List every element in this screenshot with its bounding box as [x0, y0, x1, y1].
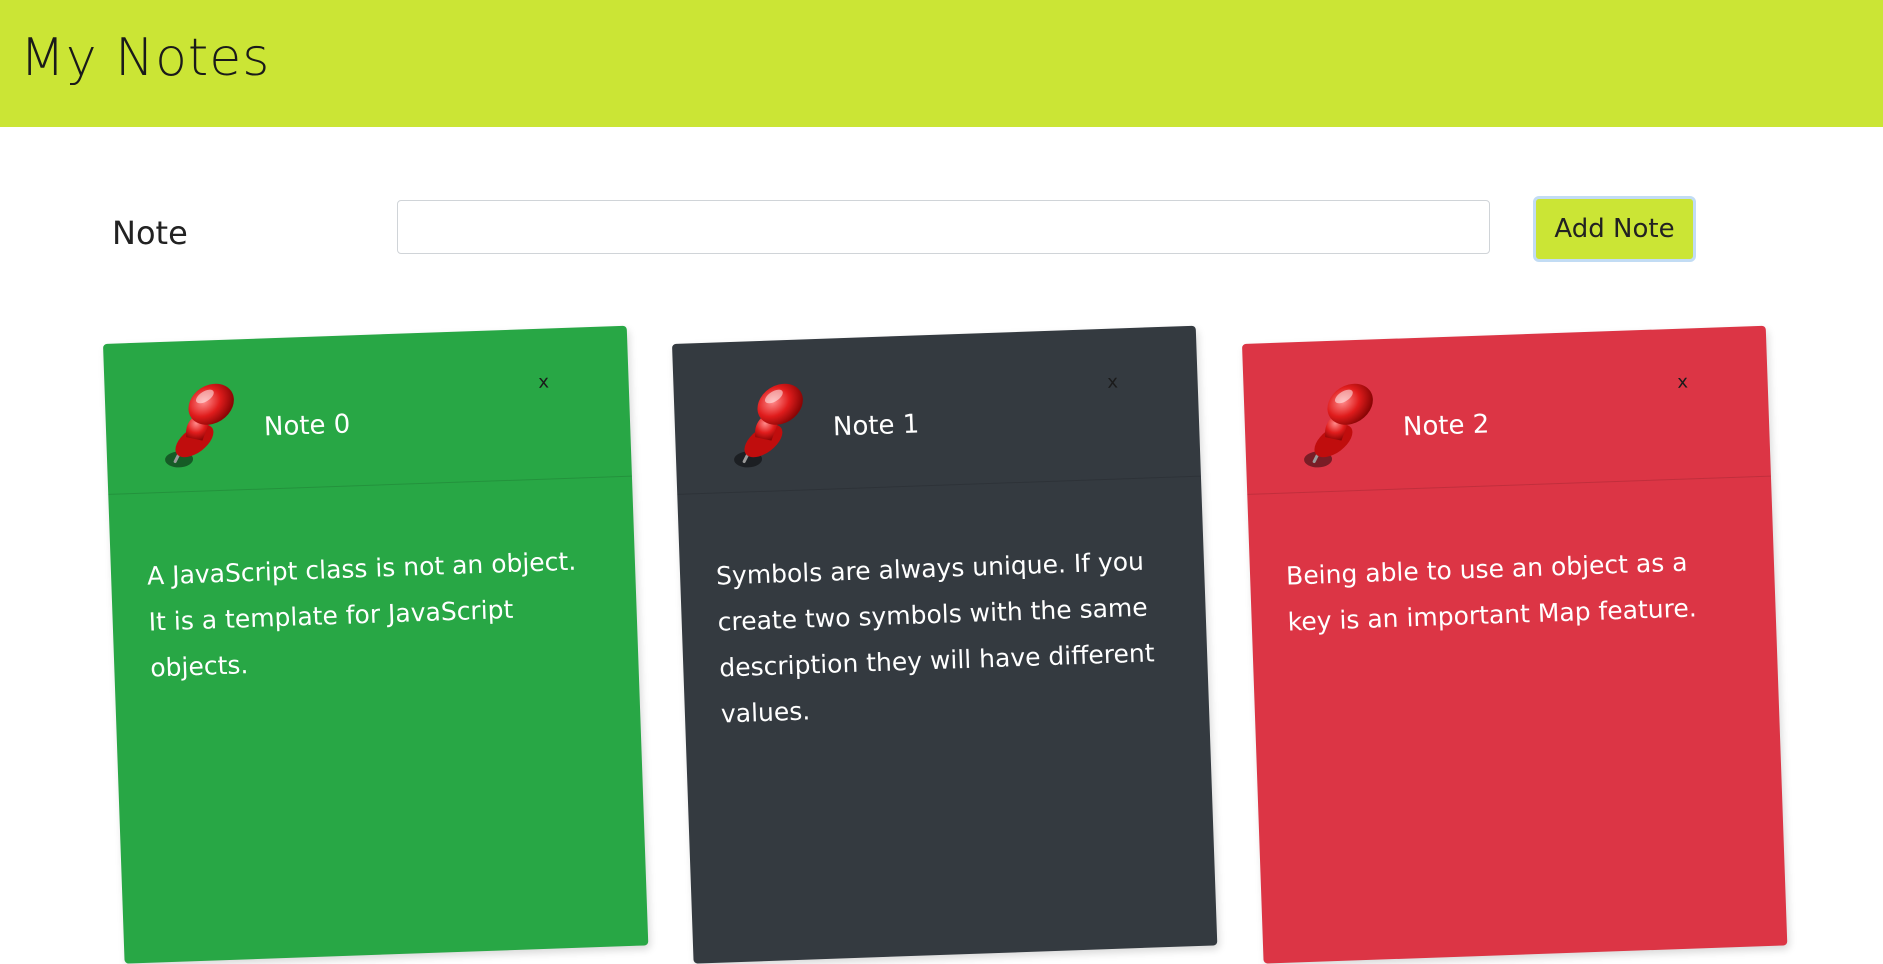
- note-text: Symbols are always unique. If you create…: [715, 546, 1156, 729]
- note-text: Being able to use an object as a key is …: [1285, 547, 1698, 637]
- note-title: Note 0: [263, 409, 351, 443]
- note-input[interactable]: [397, 200, 1490, 254]
- note-card: Note 1 x Symbols are always unique. If y…: [672, 325, 1218, 964]
- pushpin-icon: [734, 383, 803, 468]
- note-text: A JavaScript class is not an object. It …: [146, 546, 577, 683]
- close-note-button[interactable]: x: [1098, 368, 1127, 397]
- app-header: My Notes: [0, 0, 1883, 127]
- notes-list: Note 0 x A JavaScript class is not an ob…: [0, 325, 1883, 964]
- note-header: Note 0 x: [103, 325, 632, 495]
- note-header: Note 2 x: [1242, 325, 1771, 495]
- note-title: Note 2: [1402, 409, 1490, 443]
- close-note-button[interactable]: x: [529, 368, 558, 397]
- close-note-button[interactable]: x: [1668, 368, 1697, 397]
- add-note-button[interactable]: Add Note: [1533, 196, 1696, 262]
- add-note-form: Note Add Note: [0, 190, 1883, 270]
- pushpin-icon: [1304, 383, 1373, 468]
- note-card: Note 0 x A JavaScript class is not an ob…: [103, 325, 649, 964]
- note-title: Note 1: [832, 409, 920, 443]
- note-header: Note 1 x: [672, 325, 1201, 495]
- note-card: Note 2 x Being able to use an object as …: [1242, 325, 1788, 964]
- page-title: My Notes: [20, 28, 271, 88]
- note-input-label: Note: [112, 214, 188, 252]
- pushpin-icon: [165, 383, 234, 468]
